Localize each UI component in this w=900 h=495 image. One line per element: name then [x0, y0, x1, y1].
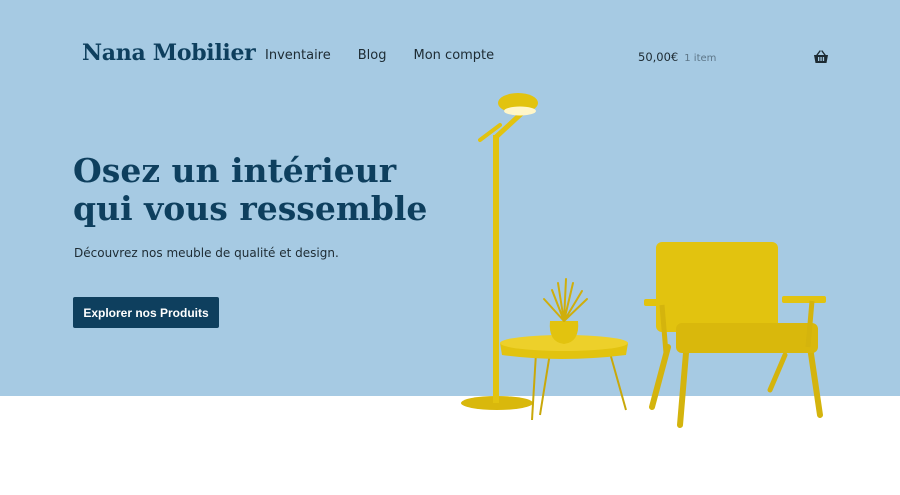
basket-icon[interactable]: [813, 50, 829, 64]
hero-title-line-1: Osez un intérieur: [73, 151, 397, 190]
hero-furniture-illustration: [461, 93, 826, 428]
nav-item-inventaire[interactable]: Inventaire: [265, 48, 331, 63]
cart-summary[interactable]: 50,00€ 1 item: [638, 50, 716, 64]
nav-item-blog[interactable]: Blog: [358, 48, 387, 63]
main-nav: Inventaire Blog Mon compte: [265, 48, 494, 63]
hero-title-line-2: qui vous ressemble: [73, 189, 428, 228]
cart-item-count[interactable]: 1 item: [684, 53, 716, 64]
nav-item-mon-compte[interactable]: Mon compte: [414, 48, 495, 63]
site-logo[interactable]: Nana Mobilier: [82, 40, 256, 66]
explore-products-button[interactable]: Explorer nos Produits: [73, 297, 219, 328]
floor-lamp-image: [461, 93, 538, 410]
cart-amount[interactable]: 50,00€: [638, 50, 678, 64]
hero-subtitle: Découvrez nos meuble de qualité et desig…: [74, 246, 339, 260]
hero-title: Osez un intérieur qui vous ressemble: [73, 152, 493, 228]
armchair-image: [644, 242, 826, 428]
